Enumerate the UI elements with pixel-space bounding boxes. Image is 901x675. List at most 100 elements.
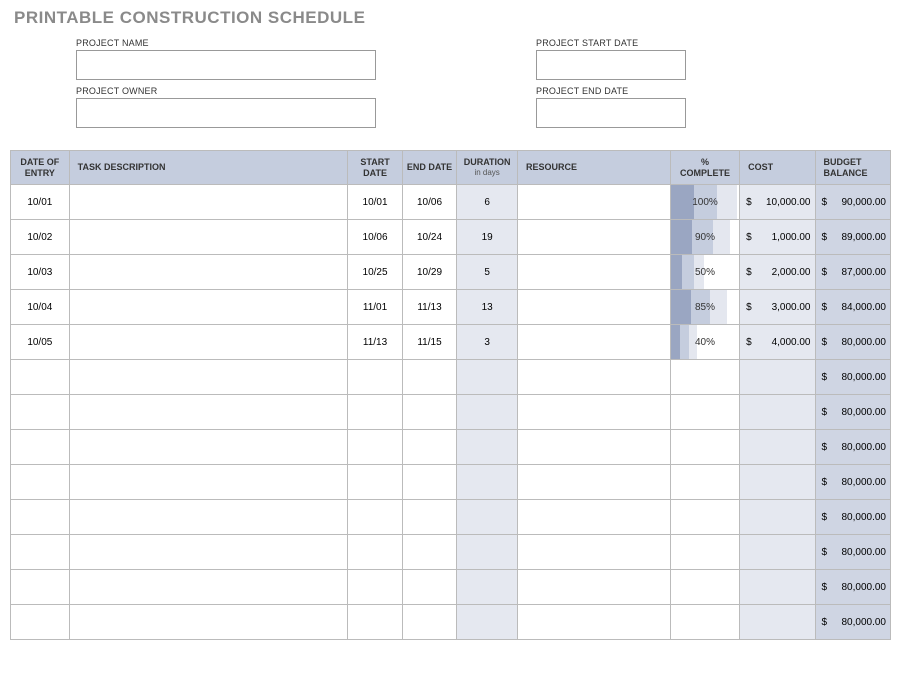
cell-start[interactable]	[348, 500, 402, 535]
project-end-input[interactable]	[536, 98, 686, 128]
cell-end[interactable]	[402, 465, 456, 500]
cell-entry[interactable]	[11, 430, 70, 465]
cell-start[interactable]: 11/13	[348, 325, 402, 360]
cell-balance[interactable]: $80,000.00	[815, 570, 891, 605]
cell-cost[interactable]	[740, 395, 815, 430]
cell-pct-complete[interactable]: 40%	[670, 325, 739, 360]
cell-end[interactable]	[402, 535, 456, 570]
cell-resource[interactable]	[518, 535, 671, 570]
cell-duration[interactable]	[457, 605, 518, 640]
cell-duration[interactable]	[457, 360, 518, 395]
cell-task[interactable]	[69, 360, 348, 395]
cell-task[interactable]	[69, 185, 348, 220]
cell-end[interactable]: 11/15	[402, 325, 456, 360]
cell-start[interactable]	[348, 605, 402, 640]
cell-start[interactable]: 11/01	[348, 290, 402, 325]
cell-entry[interactable]: 10/04	[11, 290, 70, 325]
cell-cost[interactable]	[740, 570, 815, 605]
cell-task[interactable]	[69, 605, 348, 640]
cell-entry[interactable]	[11, 500, 70, 535]
cell-balance[interactable]: $89,000.00	[815, 220, 891, 255]
cell-duration[interactable]	[457, 430, 518, 465]
cell-balance[interactable]: $80,000.00	[815, 360, 891, 395]
cell-balance[interactable]: $80,000.00	[815, 465, 891, 500]
cell-cost[interactable]: $10,000.00	[740, 185, 815, 220]
cell-task[interactable]	[69, 220, 348, 255]
cell-start[interactable]: 10/25	[348, 255, 402, 290]
cell-duration[interactable]	[457, 395, 518, 430]
cell-entry[interactable]	[11, 465, 70, 500]
cell-balance[interactable]: $84,000.00	[815, 290, 891, 325]
cell-balance[interactable]: $80,000.00	[815, 535, 891, 570]
cell-cost[interactable]	[740, 500, 815, 535]
cell-start[interactable]	[348, 395, 402, 430]
cell-task[interactable]	[69, 395, 348, 430]
cell-duration[interactable]: 13	[457, 290, 518, 325]
cell-duration[interactable]: 6	[457, 185, 518, 220]
cell-duration[interactable]	[457, 500, 518, 535]
cell-entry[interactable]	[11, 395, 70, 430]
cell-start[interactable]: 10/06	[348, 220, 402, 255]
cell-duration[interactable]: 19	[457, 220, 518, 255]
cell-resource[interactable]	[518, 395, 671, 430]
cell-balance[interactable]: $80,000.00	[815, 325, 891, 360]
cell-start[interactable]	[348, 360, 402, 395]
cell-duration[interactable]	[457, 535, 518, 570]
cell-entry[interactable]	[11, 605, 70, 640]
cell-cost[interactable]: $3,000.00	[740, 290, 815, 325]
cell-resource[interactable]	[518, 255, 671, 290]
cell-end[interactable]: 10/24	[402, 220, 456, 255]
project-owner-input[interactable]	[76, 98, 376, 128]
cell-pct-complete[interactable]: 50%	[670, 255, 739, 290]
cell-cost[interactable]	[740, 465, 815, 500]
cell-duration[interactable]	[457, 465, 518, 500]
cell-balance[interactable]: $80,000.00	[815, 430, 891, 465]
cell-balance[interactable]: $80,000.00	[815, 395, 891, 430]
cell-duration[interactable]: 5	[457, 255, 518, 290]
cell-end[interactable]	[402, 430, 456, 465]
cell-task[interactable]	[69, 570, 348, 605]
cell-resource[interactable]	[518, 465, 671, 500]
cell-task[interactable]	[69, 535, 348, 570]
cell-end[interactable]: 11/13	[402, 290, 456, 325]
cell-task[interactable]	[69, 325, 348, 360]
cell-balance[interactable]: $90,000.00	[815, 185, 891, 220]
cell-pct-complete[interactable]: 85%	[670, 290, 739, 325]
cell-entry[interactable]: 10/02	[11, 220, 70, 255]
cell-task[interactable]	[69, 255, 348, 290]
cell-task[interactable]	[69, 500, 348, 535]
cell-start[interactable]	[348, 570, 402, 605]
cell-end[interactable]	[402, 500, 456, 535]
cell-pct-complete[interactable]	[670, 395, 739, 430]
cell-cost[interactable]	[740, 430, 815, 465]
cell-duration[interactable]: 3	[457, 325, 518, 360]
cell-end[interactable]	[402, 605, 456, 640]
cell-pct-complete[interactable]	[670, 465, 739, 500]
cell-end[interactable]	[402, 360, 456, 395]
cell-cost[interactable]: $1,000.00	[740, 220, 815, 255]
cell-cost[interactable]: $4,000.00	[740, 325, 815, 360]
cell-start[interactable]	[348, 535, 402, 570]
cell-pct-complete[interactable]: 100%	[670, 185, 739, 220]
cell-start[interactable]: 10/01	[348, 185, 402, 220]
cell-resource[interactable]	[518, 570, 671, 605]
cell-resource[interactable]	[518, 500, 671, 535]
cell-entry[interactable]	[11, 360, 70, 395]
cell-pct-complete[interactable]	[670, 430, 739, 465]
cell-cost[interactable]	[740, 605, 815, 640]
cell-cost[interactable]	[740, 535, 815, 570]
cell-resource[interactable]	[518, 325, 671, 360]
cell-start[interactable]	[348, 430, 402, 465]
cell-pct-complete[interactable]	[670, 570, 739, 605]
cell-end[interactable]: 10/06	[402, 185, 456, 220]
cell-resource[interactable]	[518, 220, 671, 255]
cell-end[interactable]: 10/29	[402, 255, 456, 290]
cell-resource[interactable]	[518, 290, 671, 325]
cell-balance[interactable]: $80,000.00	[815, 500, 891, 535]
cell-end[interactable]	[402, 570, 456, 605]
cell-pct-complete[interactable]: 90%	[670, 220, 739, 255]
cell-balance[interactable]: $80,000.00	[815, 605, 891, 640]
project-name-input[interactable]	[76, 50, 376, 80]
cell-resource[interactable]	[518, 185, 671, 220]
cell-pct-complete[interactable]	[670, 360, 739, 395]
